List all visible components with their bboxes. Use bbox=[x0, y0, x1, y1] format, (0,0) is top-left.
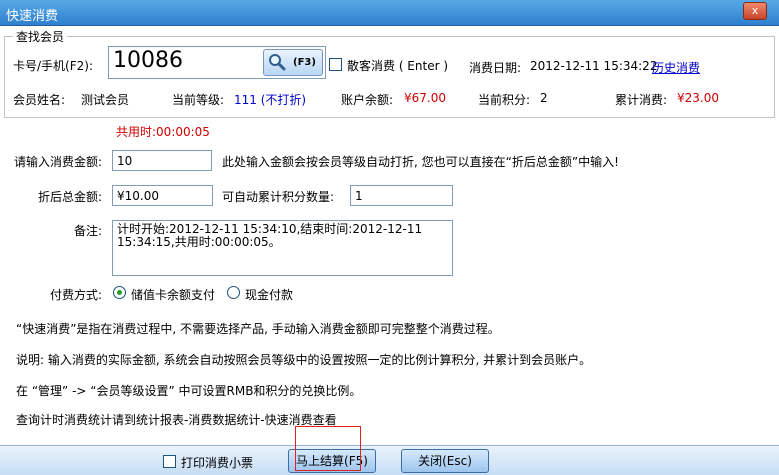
remark-textarea[interactable]: 计时开始:2012-12-11 15:34:10,结束时间:2012-12-11… bbox=[112, 220, 453, 276]
guest-checkbox[interactable] bbox=[329, 58, 342, 71]
points-accum-value: 1 bbox=[355, 189, 363, 203]
window-close-button[interactable]: x bbox=[743, 2, 767, 20]
remark-value: 计时开始:2012-12-11 15:34:10,结束时间:2012-12-11… bbox=[117, 222, 423, 249]
card-number-value: 10086 bbox=[113, 48, 183, 73]
elapsed-time: 共用时:00:00:05 bbox=[116, 125, 210, 139]
date-label: 消费日期: bbox=[469, 61, 522, 75]
guest-label: 散客消费 ( Enter ) bbox=[347, 59, 449, 73]
balance-label: 账户余额: bbox=[341, 93, 394, 107]
amount-label: 请输入消费金额: bbox=[14, 155, 103, 169]
member-name-value: 测试会员 bbox=[81, 93, 130, 107]
discount-total-value: ¥10.00 bbox=[117, 189, 159, 203]
date-value: 2012-12-11 15:34:22 bbox=[530, 59, 658, 73]
close-button-label: 关闭(Esc) bbox=[418, 454, 472, 468]
note-line: 查询计时消费统计请到统计报表-消费数据统计-快速消费查看 bbox=[16, 413, 337, 427]
total-value: ¥23.00 bbox=[677, 91, 719, 105]
payment-option-cash[interactable]: 现金付款 bbox=[245, 286, 293, 303]
points-accum-input[interactable]: 1 bbox=[350, 185, 453, 206]
discount-total-input[interactable]: ¥10.00 bbox=[112, 185, 213, 206]
checkout-button-label: 马上结算(F5) bbox=[296, 454, 368, 468]
level-value: 111 (不打折) bbox=[234, 93, 307, 107]
note-line: 说明: 输入消费的实际金额, 系统会自动按照会员等级中的设置按照一定的比例计算积… bbox=[16, 353, 592, 367]
total-label: 累计消费: bbox=[615, 93, 668, 107]
note-line: 在 “管理” -> “会员等级设置” 中可设置RMB和积分的兑换比例。 bbox=[16, 384, 362, 398]
level-label: 当前等级: bbox=[172, 93, 225, 107]
window-title: 快速消费 bbox=[6, 9, 59, 24]
points-value: 2 bbox=[540, 91, 548, 105]
search-button-label: (F3) bbox=[293, 57, 316, 68]
checkout-button[interactable]: 马上结算(F5) bbox=[288, 449, 376, 473]
note-line: “快速消费”是指在消费过程中, 不需要选择产品, 手动输入消费金额即可完整整个消… bbox=[16, 322, 500, 336]
member-name-label: 会员姓名: bbox=[13, 93, 66, 107]
payment-option-card[interactable]: 储值卡余额支付 bbox=[131, 286, 215, 303]
payment-radio-card[interactable] bbox=[113, 286, 126, 299]
amount-hint: 此处输入金额会按会员等级自动打折, 您也可以直接在“折后总金额”中输入! bbox=[222, 155, 619, 169]
history-link[interactable]: 历史消费 bbox=[652, 59, 700, 76]
balance-value: ¥67.00 bbox=[404, 91, 446, 105]
radio-selected-dot bbox=[117, 290, 122, 295]
discount-label: 折后总金额: bbox=[38, 190, 103, 204]
print-receipt-label: 打印消费小票 bbox=[181, 456, 254, 470]
title-bar[interactable]: 快速消费 x bbox=[0, 0, 779, 26]
points-accum-label: 可自动累计积分数量: bbox=[222, 190, 335, 204]
main-panel: 查找会员 卡号/手机(F2): 10086 (F3) 散客消费 ( Enter … bbox=[0, 27, 779, 445]
print-receipt-checkbox[interactable] bbox=[163, 455, 176, 468]
close-button[interactable]: 关闭(Esc) bbox=[401, 449, 489, 473]
member-search-group: 查找会员 卡号/手机(F2): 10086 (F3) 散客消费 ( Enter … bbox=[4, 28, 775, 118]
remark-label: 备注: bbox=[74, 224, 103, 238]
search-member-button[interactable]: (F3) bbox=[263, 49, 323, 76]
amount-input[interactable]: 10 bbox=[112, 150, 212, 171]
card-label: 卡号/手机(F2): bbox=[13, 59, 93, 73]
bottom-toolbar: 打印消费小票 马上结算(F5) 关闭(Esc) bbox=[0, 445, 779, 475]
close-icon: x bbox=[751, 4, 759, 17]
member-search-legend: 查找会员 bbox=[13, 28, 68, 45]
amount-value: 10 bbox=[117, 154, 133, 168]
payment-radio-cash[interactable] bbox=[227, 286, 240, 299]
search-icon bbox=[269, 54, 286, 71]
points-label: 当前积分: bbox=[478, 93, 531, 107]
payment-label: 付费方式: bbox=[50, 288, 103, 302]
